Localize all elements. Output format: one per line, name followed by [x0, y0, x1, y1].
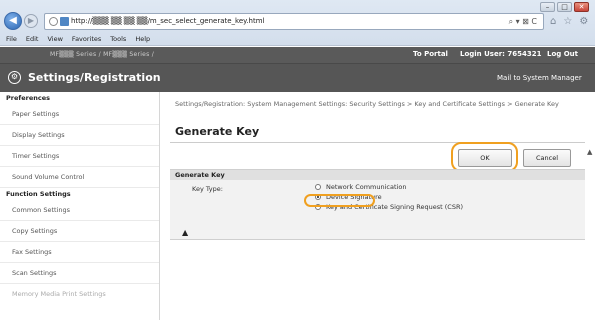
gear-icon[interactable]: ⚙ [579, 16, 588, 27]
menu-view[interactable]: View [47, 34, 62, 45]
navigation-row: ◀ ▶ http://▒▒▒ ▒▒ ▒▒ ▒▒/m_sec_select_gen… [4, 11, 591, 31]
sidebar-item-common-settings[interactable]: Common Settings [0, 200, 159, 221]
option-label: Network Communication [326, 182, 407, 191]
key-type-label: Key Type: [192, 185, 223, 193]
site-icon [60, 16, 69, 26]
back-to-top-icon[interactable]: ▲ [182, 228, 188, 237]
sidebar-item-fax-settings[interactable]: Fax Settings [0, 242, 159, 263]
to-portal-link[interactable]: To Portal [413, 50, 448, 58]
page-icon [49, 16, 58, 26]
logout-button[interactable]: Log Out [547, 50, 578, 58]
favorites-star-icon[interactable]: ☆ [563, 16, 572, 27]
back-icon[interactable]: ◀ [4, 12, 22, 30]
sidebar-item-sound-volume-control[interactable]: Sound Volume Control [0, 167, 159, 188]
title-divider [170, 142, 585, 143]
app-header: MF▒▒▒ Series / MF▒▒▒ Series / To Portal … [0, 47, 595, 92]
forward-icon[interactable]: ▶ [24, 14, 38, 28]
sidebar-item-paper-settings[interactable]: Paper Settings [0, 104, 159, 125]
sidebar: Preferences Paper Settings Display Setti… [0, 92, 160, 320]
menu-tools[interactable]: Tools [110, 34, 126, 45]
section-title: Generate Key [170, 170, 585, 180]
header-top-row: MF▒▒▒ Series / MF▒▒▒ Series / To Portal … [0, 47, 595, 64]
menu-bar: File Edit View Favorites Tools Help [0, 34, 595, 45]
menu-help[interactable]: Help [135, 34, 150, 45]
home-icon[interactable]: ⌂ [550, 16, 556, 27]
generate-key-section: Generate Key Key Type: Network Communica… [170, 169, 585, 240]
mail-to-system-manager-link[interactable]: Mail to System Manager [497, 74, 582, 82]
login-user-label: Login User: 7654321 [460, 50, 542, 58]
app-title: Settings/Registration [28, 71, 161, 84]
menu-favorites[interactable]: Favorites [72, 34, 101, 45]
ok-button-highlight [451, 142, 518, 172]
browser-chrome: – □ ✕ ◀ ▶ http://▒▒▒ ▒▒ ▒▒ ▒▒/m_sec_sele… [0, 0, 595, 46]
breadcrumb: Settings/Registration: System Management… [175, 100, 559, 108]
radio-network-communication[interactable] [315, 183, 321, 190]
page-title: Generate Key [175, 125, 260, 138]
address-tools[interactable]: ⌕ ▾ ⊠ C [509, 14, 537, 29]
main-content: Settings/Registration: System Management… [160, 92, 595, 320]
scroll-up-icon[interactable]: ▲ [587, 148, 595, 160]
sidebar-heading-function-settings: Function Settings [6, 190, 71, 198]
address-bar[interactable]: http://▒▒▒ ▒▒ ▒▒ ▒▒/m_sec_select_generat… [44, 12, 544, 30]
sidebar-heading-preferences: Preferences [6, 94, 50, 102]
sidebar-item-scan-settings[interactable]: Scan Settings [0, 263, 159, 284]
sidebar-item-copy-settings[interactable]: Copy Settings [0, 221, 159, 242]
cancel-button[interactable]: Cancel [523, 149, 571, 167]
settings-icon: ⚙ [8, 71, 21, 84]
option-network-communication[interactable]: Network Communication [315, 182, 406, 191]
url-text: http://▒▒▒ ▒▒ ▒▒ ▒▒/m_sec_select_generat… [71, 16, 265, 25]
sidebar-item-memory-media-print-settings[interactable]: Memory Media Print Settings [0, 284, 159, 305]
device-signature-highlight [304, 194, 375, 207]
menu-edit[interactable]: Edit [26, 34, 39, 45]
sidebar-item-timer-settings[interactable]: Timer Settings [0, 146, 159, 167]
device-name: MF▒▒▒ Series / MF▒▒▒ Series / [50, 51, 155, 58]
sidebar-item-display-settings[interactable]: Display Settings [0, 125, 159, 146]
menu-file[interactable]: File [6, 34, 17, 45]
browser-tools: ⌂ ☆ ⚙ [550, 16, 588, 27]
